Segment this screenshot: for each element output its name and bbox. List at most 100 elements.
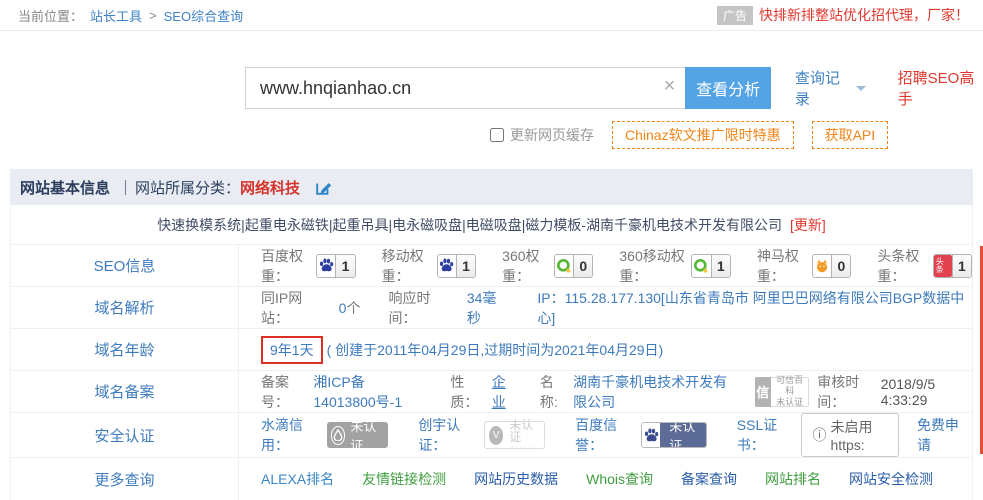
domain-age-detail: ( 创建于2011年04月29日,过期时间为2021年04月29日) xyxy=(327,340,664,360)
weight-value: 1 xyxy=(953,255,971,277)
toutiao-icon: 头条 xyxy=(934,255,953,277)
audit-time-value: 2018/9/5 4:33:29 xyxy=(881,376,964,408)
edit-category-icon[interactable] xyxy=(314,178,333,197)
top-ad[interactable]: 广告 快排新排整站优化招代理，厂家！ xyxy=(717,5,969,25)
baidu-reputation-status: 未认证 xyxy=(660,423,706,447)
chuangyu-stars: - · · · · - xyxy=(511,444,535,451)
dns-row: 域名解析 同IP网站： 0 个 响应时间： 34毫秒 IP：115.28.177… xyxy=(11,287,972,329)
update-title-link[interactable]: [更新] xyxy=(790,215,826,235)
refresh-cache-label: 更新网页缓存 xyxy=(510,125,594,145)
ad-link[interactable]: 快排新排整站优化招代理，厂家！ xyxy=(759,5,969,25)
link-friend-links-check[interactable]: 友情链接检测 xyxy=(362,469,446,489)
promo-button[interactable]: Chinaz软文推广限时特惠 xyxy=(612,121,794,149)
360-mobile-weight[interactable]: 360移动权重： 1 xyxy=(619,246,730,286)
link-icp-query[interactable]: 备案查询 xyxy=(681,469,737,489)
panel-header: 网站基本信息 ｜ 网站所属分类： 网络科技 xyxy=(10,169,973,205)
seo-info-label[interactable]: SEO信息 xyxy=(94,255,156,276)
icp-nature-label: 性质： xyxy=(450,372,483,412)
360-weight[interactable]: 360权重： 0 xyxy=(502,246,593,286)
weight-value: 0 xyxy=(574,255,592,277)
seo-info-row: SEO信息 百度权重： 1 移动权重： 1 xyxy=(11,245,972,287)
shuidi-status: 未认证 xyxy=(350,416,379,454)
icp-company-name[interactable]: 湖南千豪机电技术开发有限公司 xyxy=(573,372,728,412)
get-api-button[interactable]: 获取API xyxy=(812,121,889,149)
chuangyu-status: 未认证 xyxy=(509,419,536,443)
ssl-apply-link[interactable]: 免费申请 xyxy=(917,415,960,455)
weight-value: 1 xyxy=(712,255,730,277)
seo-query-page: 当前位置： 站长工具 > SEO综合查询 广告 快排新排整站优化招代理，厂家！ … xyxy=(0,0,983,494)
baidu-reputation-label: 百度信誉： xyxy=(575,415,629,455)
trust-line2: 未认证 xyxy=(776,397,803,408)
toutiao-weight[interactable]: 头条权重： 头条 1 xyxy=(877,246,972,286)
breadcrumb-separator: > xyxy=(149,8,157,23)
trust-line1: 可信百科 xyxy=(776,375,803,397)
baidu-reputation-badge[interactable]: 未认证 xyxy=(641,422,707,448)
breadcrumb-link-seo-query[interactable]: SEO综合查询 xyxy=(164,6,243,25)
360-ring-icon xyxy=(692,255,711,277)
icp-name-label: 名称: xyxy=(540,372,565,412)
chevron-down-icon xyxy=(856,86,866,91)
trust-baike-badge[interactable]: 信 可信百科 未认证 xyxy=(755,377,810,407)
icp-row: 域名备案 备案号： 湘ICP备14013800号-1 性质： 企业 名称: 湖南… xyxy=(11,371,972,413)
category-value-link[interactable]: 网络科技 xyxy=(240,177,300,198)
weight-name: 头条权重： xyxy=(877,246,926,286)
baidu-weight[interactable]: 百度权重： 1 xyxy=(261,246,356,286)
site-title: 快速换模系统|起重电永磁铁|起重吊具|电永磁吸盘|电磁吸盘|磁力模板-湖南千豪机… xyxy=(157,215,782,235)
same-ip-label: 同IP网站： xyxy=(261,288,329,328)
icp-nature-value[interactable]: 企业 xyxy=(492,372,514,412)
breadcrumb: 当前位置： 站长工具 > SEO综合查询 xyxy=(18,6,243,25)
link-alexa-rank[interactable]: ALEXA排名 xyxy=(261,469,334,489)
trust-icon: 信 xyxy=(755,377,772,407)
security-row: 安全认证 水滴信用： 未认证 创宇认证： V 未认证 - · · xyxy=(11,413,972,458)
chuangyu-badge[interactable]: V 未认证 - · · · · - xyxy=(484,421,545,449)
search-input[interactable] xyxy=(245,67,685,109)
breadcrumb-link-webmaster-tools[interactable]: 站长工具 xyxy=(90,6,142,25)
panel-title: 网站基本信息 xyxy=(20,177,110,198)
dns-label[interactable]: 域名解析 xyxy=(94,297,154,318)
query-history-link[interactable]: 查询记录 xyxy=(795,67,866,109)
baidu-paw-icon xyxy=(317,255,336,277)
link-whois-query[interactable]: Whois查询 xyxy=(586,469,653,489)
refresh-cache-option[interactable]: 更新网页缓存 xyxy=(490,125,594,145)
ssl-status-box[interactable]: ⓘ 未启用 https: xyxy=(801,413,898,457)
shuidi-label: 水滴信用： xyxy=(261,415,315,455)
domain-age-row: 域名年龄 9年1天 ( 创建于2011年04月29日,过期时间为2021年04月… xyxy=(11,329,972,371)
ip-address-value[interactable]: IP：115.28.177.130[山东省青岛市 阿里巴巴网络有限公司BGP数据… xyxy=(537,288,972,328)
analyze-button[interactable]: 查看分析 xyxy=(685,67,771,109)
clear-icon[interactable]: × xyxy=(664,75,676,98)
panel-title-separator: ｜ xyxy=(118,177,133,198)
hire-seo-link[interactable]: 招聘SEO高手 xyxy=(898,67,983,109)
ad-label-badge: 广告 xyxy=(717,6,753,25)
mobile-weight[interactable]: 移动权重： 1 xyxy=(382,246,477,286)
link-site-rank[interactable]: 网站排名 xyxy=(765,469,821,489)
more-queries-label[interactable]: 更多查询 xyxy=(94,469,154,490)
icp-number-value[interactable]: 湘ICP备14013800号-1 xyxy=(313,372,424,412)
chuangyu-v-icon: V xyxy=(489,426,503,445)
site-info-panel: 网站基本信息 ｜ 网站所属分类： 网络科技 快速换模系统|起重电永磁铁|起重吊具… xyxy=(10,169,973,500)
response-time-value[interactable]: 34毫秒 xyxy=(467,288,510,328)
search-box: × xyxy=(245,67,685,109)
link-site-security-check[interactable]: 网站安全检测 xyxy=(849,469,933,489)
security-label[interactable]: 安全认证 xyxy=(94,425,154,446)
refresh-cache-checkbox[interactable] xyxy=(490,128,504,142)
response-time-label: 响应时间： xyxy=(388,288,456,328)
domain-age-value: 9年1天 xyxy=(261,336,323,364)
same-ip-value[interactable]: 0 xyxy=(339,300,347,316)
search-area: × 查看分析 查询记录 招聘SEO高手 更新网页缓存 Chinaz软文推广限时特… xyxy=(0,31,983,149)
baidu-paw-icon xyxy=(642,423,660,447)
water-drop-icon xyxy=(331,426,346,445)
breadcrumb-prefix: 当前位置： xyxy=(18,6,83,25)
360-ring-icon xyxy=(555,255,574,277)
audit-time-label: 审核时间： xyxy=(817,372,872,412)
shuidi-badge[interactable]: 未认证 xyxy=(327,422,388,448)
ssl-status: 未启用 https: xyxy=(830,417,887,453)
icp-number-label: 备案号： xyxy=(261,372,305,412)
icp-label[interactable]: 域名备案 xyxy=(94,381,154,402)
shenma-weight[interactable]: 神马权重： 0 xyxy=(757,246,852,286)
link-site-history[interactable]: 网站历史数据 xyxy=(474,469,558,489)
domain-age-label[interactable]: 域名年龄 xyxy=(94,339,154,360)
same-ip-unit: 个 xyxy=(346,298,360,318)
weight-value: 1 xyxy=(457,255,475,277)
weight-name: 360移动权重： xyxy=(619,246,685,286)
breadcrumb-bar: 当前位置： 站长工具 > SEO综合查询 广告 快排新排整站优化招代理，厂家！ xyxy=(0,0,983,31)
